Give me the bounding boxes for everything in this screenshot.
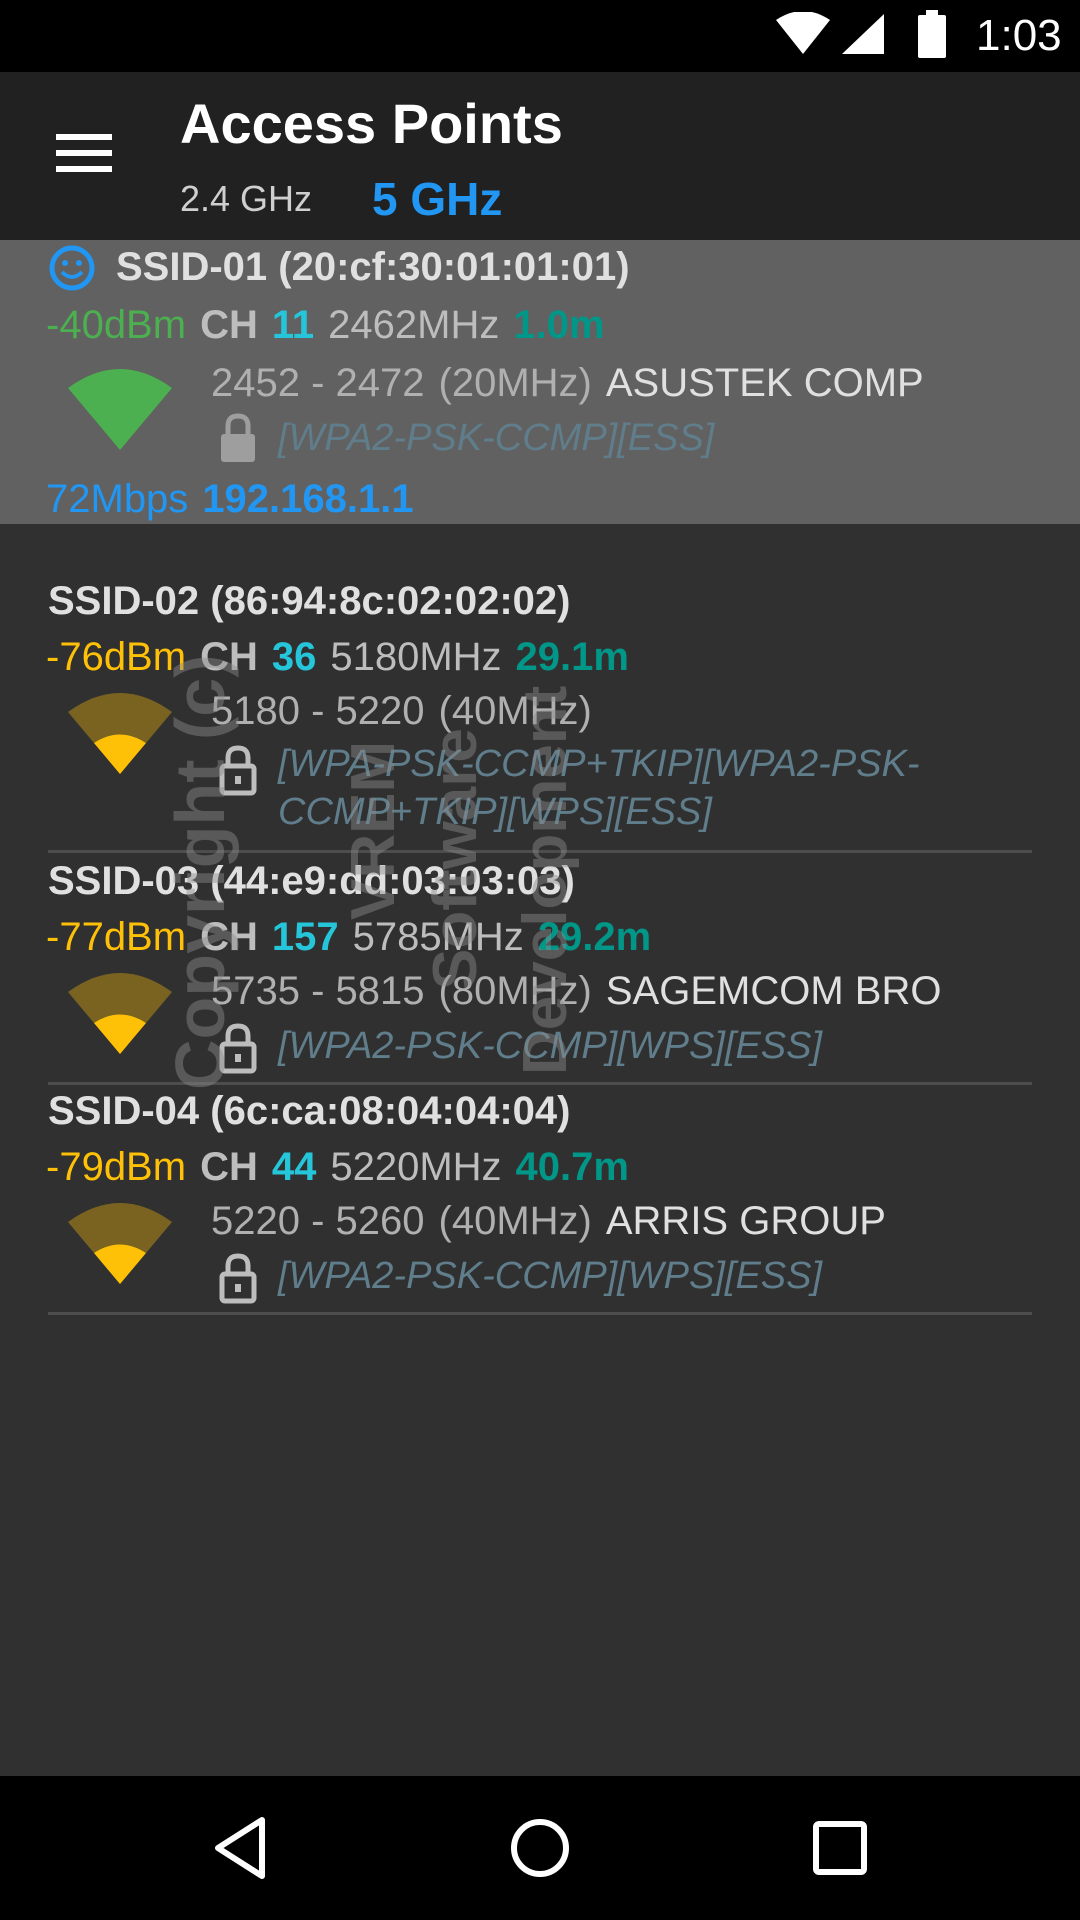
channel-number: 11	[271, 303, 315, 347]
lock-icon	[219, 745, 257, 796]
frequency: 5180MHz	[330, 635, 502, 679]
vendor-name: SAGEMCOM BRO	[605, 969, 942, 1013]
menu-button[interactable]	[40, 124, 130, 184]
signal-row: -40dBm CH 11 2462MHz 1.0m	[46, 300, 605, 350]
range-row: 5220 - 5260 (40MHz) ARRIS GROUP	[211, 1196, 886, 1246]
signal-strength: -79dBm	[46, 1145, 187, 1189]
frequency-range: 5220 - 5260	[211, 1199, 425, 1243]
security-info: [WPA-PSK-CCMP+TKIP][WPA2-PSK-CCMP+TKIP][…	[278, 743, 920, 833]
signal-strength: -77dBm	[46, 915, 187, 959]
recents-icon[interactable]	[798, 1806, 882, 1890]
channel-number: 44	[271, 1145, 317, 1189]
hamburger-menu-icon-bar	[56, 150, 112, 156]
channel-width: (40MHz)	[438, 1199, 592, 1243]
frequency: 5220MHz	[330, 1145, 502, 1189]
app-bar: Access Points 2.4 GHz 5 GHz	[0, 72, 1080, 240]
frequency-range: 5180 - 5220	[211, 689, 425, 733]
tab-5-ghz[interactable]: 5 GHz	[372, 174, 502, 224]
back-icon[interactable]	[200, 1806, 284, 1890]
list-divider	[48, 850, 1032, 853]
wifi-icon	[776, 12, 830, 54]
wifi-signal-icon	[68, 693, 172, 774]
security-info: [WPA2-PSK-CCMP][ESS]	[278, 417, 715, 459]
hamburger-menu-icon	[56, 134, 112, 140]
wifi-signal-icon	[68, 973, 172, 1054]
channel-width: (20MHz)	[438, 361, 592, 405]
status-time: 1:03	[976, 11, 1062, 60]
channel-label: CH	[200, 915, 258, 959]
frequency-range: 2452 - 2472	[211, 361, 425, 405]
vendor-name: ARRIS GROUP	[605, 1199, 886, 1243]
tab-2-4-ghz[interactable]: 2.4 GHz	[180, 174, 312, 224]
range-row: 5180 - 5220 (40MHz)	[211, 686, 592, 736]
channel-label: CH	[200, 1145, 258, 1189]
app-screen: 1:03 Access Points 2.4 GHz 5 GHz SSID-01…	[0, 0, 1080, 1920]
list-item[interactable]: SSID-03 (44:e9:dd:03:03:03) -77dBm CH 157 5…	[0, 854, 1080, 1085]
wifi-signal-icon	[68, 1203, 172, 1284]
link-rate: 72Mbps	[46, 477, 189, 521]
page-title: Access Points	[180, 92, 563, 155]
channel-label: CH	[200, 303, 258, 347]
security-info: [WPA2-PSK-CCMP][WPS][ESS]	[278, 1255, 823, 1297]
signal-row: -77dBm CH 157 5785MHz 29.2m	[46, 912, 651, 962]
channel-width: (80MHz)	[438, 969, 592, 1013]
lock-icon	[219, 1253, 257, 1304]
list-item[interactable]: SSID-04 (6c:ca:08:04:04:04) -79dBm CH 44 52…	[0, 1086, 1080, 1316]
frequency-range: 5735 - 5815	[211, 969, 425, 1013]
distance: 1.0m	[513, 303, 605, 347]
channel-width: (40MHz)	[438, 689, 592, 733]
signal-strength: -76dBm	[46, 635, 187, 679]
connection-row: 72Mbps 192.168.1.1	[46, 474, 414, 524]
lock-icon	[221, 413, 255, 462]
list-item[interactable]: SSID-02 (86:94:8c:02:02:02) -76dBm CH 36 51…	[0, 576, 1080, 853]
channel-number: 36	[271, 635, 317, 679]
range-row: 5735 - 5815 (80MHz) SAGEMCOM BRO	[211, 966, 941, 1016]
distance: 29.1m	[515, 635, 629, 679]
signal-row: -76dBm CH 36 5180MHz 29.1m	[46, 632, 629, 682]
ip-address: 192.168.1.1	[202, 477, 414, 521]
battery-icon	[918, 10, 946, 58]
wifi-signal-icon	[68, 369, 172, 450]
list-divider	[48, 1312, 1032, 1315]
channel-number: 157	[271, 915, 339, 959]
navigation-bar	[0, 1776, 1080, 1920]
signal-strength: -40dBm	[46, 303, 187, 347]
ssid-label: SSID-02 (86:94:8c:02:02:02)	[48, 579, 571, 623]
list-divider	[48, 1082, 1032, 1085]
lock-icon	[219, 1023, 257, 1074]
cell-signal-icon	[842, 14, 884, 54]
ssid-label: SSID-04 (6c:ca:08:04:04:04)	[48, 1089, 571, 1133]
security-info: [WPA2-PSK-CCMP][WPS][ESS]	[278, 1025, 823, 1067]
connected-smiley-icon	[49, 245, 95, 291]
signal-row: -79dBm CH 44 5220MHz 40.7m	[46, 1142, 629, 1192]
frequency: 2462MHz	[328, 303, 500, 347]
distance: 29.2m	[537, 915, 652, 959]
list-item[interactable]: SSID-01 (20:cf:30:01:01:01) -40dBm CH 11 24…	[0, 240, 1080, 524]
status-bar: 1:03	[0, 0, 1080, 72]
hamburger-menu-icon-bar	[56, 166, 112, 172]
ssid-label: SSID-01 (20:cf:30:01:01:01)	[116, 245, 630, 289]
ssid-label: SSID-03 (44:e9:dd:03:03:03)	[48, 859, 575, 903]
range-row: 2452 - 2472 (20MHz) ASUSTEK COMP	[211, 358, 924, 408]
distance: 40.7m	[515, 1145, 629, 1189]
home-icon[interactable]	[498, 1806, 582, 1890]
channel-label: CH	[200, 635, 258, 679]
vendor-name: ASUSTEK COMP	[605, 361, 924, 405]
frequency: 5785MHz	[352, 915, 524, 959]
